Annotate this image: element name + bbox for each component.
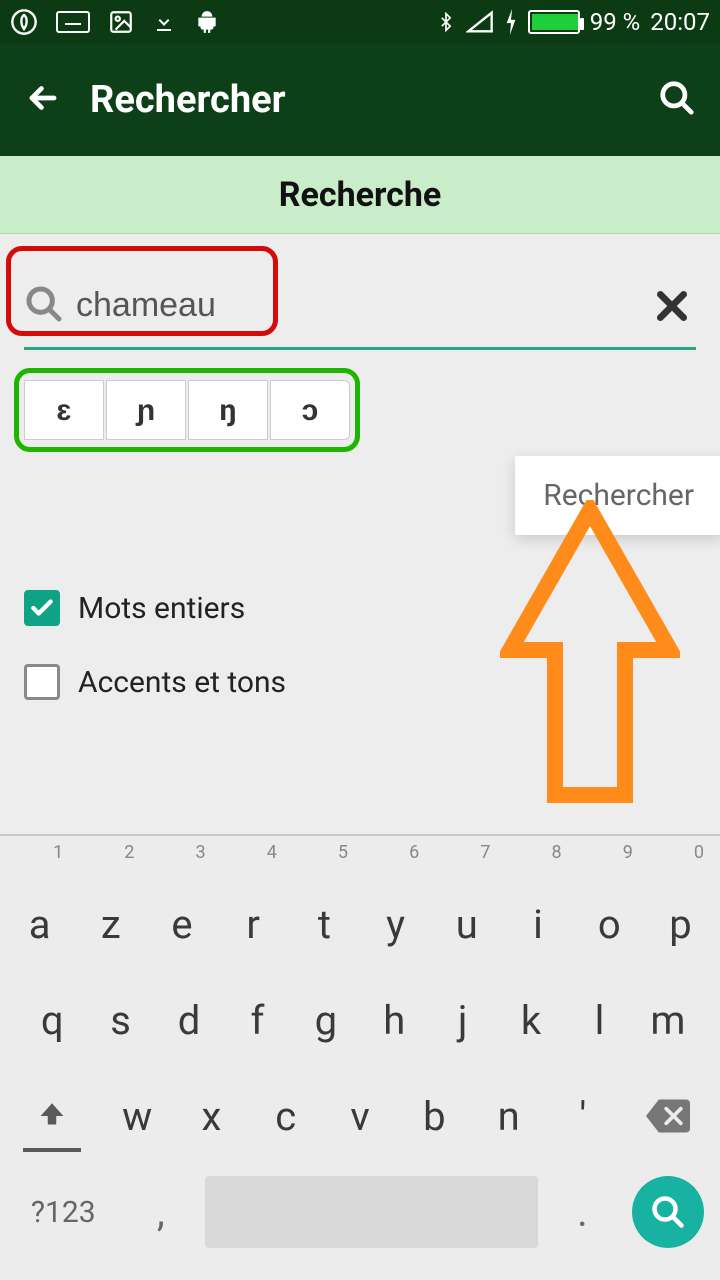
search-field-icon xyxy=(24,284,64,328)
key-x[interactable]: x xyxy=(175,1076,247,1156)
android-icon xyxy=(194,9,220,35)
search-go-icon xyxy=(632,1176,704,1248)
key-t[interactable]: t xyxy=(290,884,359,964)
key-dot[interactable]: . xyxy=(545,1172,620,1252)
search-input[interactable] xyxy=(76,286,636,325)
hint-6: 6 xyxy=(360,842,431,876)
appbar-title: Rechercher xyxy=(90,78,286,122)
clock: 20:07 xyxy=(650,8,710,36)
key-i[interactable]: i xyxy=(503,884,572,964)
subheader: Recherche xyxy=(0,156,720,234)
option-whole-words-label: Mots entiers xyxy=(78,591,245,626)
keyboard-number-hints: 1 2 3 4 5 6 7 8 9 0 xyxy=(4,842,716,876)
key-v[interactable]: v xyxy=(324,1076,396,1156)
download-icon xyxy=(152,9,176,35)
hint-2: 2 xyxy=(75,842,146,876)
hint-3: 3 xyxy=(146,842,217,876)
key-b[interactable]: b xyxy=(398,1076,470,1156)
key-k[interactable]: k xyxy=(498,980,564,1060)
key-j[interactable]: j xyxy=(429,980,495,1060)
keyboard-icon xyxy=(56,11,90,33)
key-w[interactable]: w xyxy=(101,1076,173,1156)
search-submit-button[interactable]: Rechercher xyxy=(515,456,720,535)
subheader-title: Recherche xyxy=(279,175,442,215)
battery-percent: 99 % xyxy=(590,8,641,36)
key-comma[interactable]: , xyxy=(123,1172,198,1252)
key-f[interactable]: f xyxy=(224,980,290,1060)
hint-1: 1 xyxy=(4,842,75,876)
hint-8: 8 xyxy=(502,842,573,876)
image-icon xyxy=(108,9,134,35)
key-q[interactable]: q xyxy=(19,980,85,1060)
hint-0: 0 xyxy=(645,842,716,876)
hint-7: 7 xyxy=(431,842,502,876)
back-button[interactable] xyxy=(24,79,62,121)
hint-9: 9 xyxy=(574,842,645,876)
key-z[interactable]: z xyxy=(76,884,145,964)
key-space[interactable] xyxy=(205,1176,538,1248)
key-d[interactable]: d xyxy=(156,980,222,1060)
hint-4: 4 xyxy=(218,842,289,876)
phoenix-icon xyxy=(10,8,38,36)
checkbox-whole-words[interactable] xyxy=(24,590,60,626)
key-e[interactable]: e xyxy=(147,884,216,964)
search-icon[interactable] xyxy=(658,79,696,121)
key-s[interactable]: s xyxy=(87,980,153,1060)
key-m[interactable]: m xyxy=(635,980,701,1060)
key-u[interactable]: u xyxy=(432,884,501,964)
key-a[interactable]: a xyxy=(5,884,74,964)
key-l[interactable]: l xyxy=(566,980,632,1060)
char-key-0[interactable]: ɛ xyxy=(24,380,104,440)
special-chars-row: ɛ ɲ ŋ ɔ xyxy=(24,380,350,440)
charging-icon xyxy=(504,9,518,35)
hint-5: 5 xyxy=(289,842,360,876)
battery-icon xyxy=(528,10,580,34)
key-o[interactable]: o xyxy=(575,884,644,964)
app-bar: Rechercher xyxy=(0,44,720,156)
key-p[interactable]: p xyxy=(646,884,715,964)
options-group: Mots entiers Accents et tons xyxy=(24,590,696,700)
key-backspace[interactable] xyxy=(621,1076,715,1156)
char-key-2[interactable]: ŋ xyxy=(188,380,268,440)
key-h[interactable]: h xyxy=(361,980,427,1060)
option-whole-words[interactable]: Mots entiers xyxy=(24,590,696,626)
status-bar: 99 % 20:07 xyxy=(0,0,720,44)
soft-keyboard: 1 2 3 4 5 6 7 8 9 0 a z e r t y u i o p … xyxy=(0,834,720,1280)
key-search[interactable] xyxy=(627,1176,710,1248)
char-key-1[interactable]: ɲ xyxy=(106,380,186,440)
key-y[interactable]: y xyxy=(361,884,430,964)
option-accents[interactable]: Accents et tons xyxy=(24,664,696,700)
key-r[interactable]: r xyxy=(219,884,288,964)
key-shift[interactable] xyxy=(5,1076,99,1156)
key-g[interactable]: g xyxy=(293,980,359,1060)
key-apostrophe[interactable]: ' xyxy=(547,1076,619,1156)
signal-icon xyxy=(466,10,494,34)
option-accents-label: Accents et tons xyxy=(78,665,286,700)
bluetooth-icon xyxy=(436,8,456,36)
search-field-wrap xyxy=(24,264,696,350)
key-c[interactable]: c xyxy=(250,1076,322,1156)
char-key-3[interactable]: ɔ xyxy=(270,380,350,440)
checkbox-accents[interactable] xyxy=(24,664,60,700)
clear-button[interactable] xyxy=(648,282,696,330)
key-symbols[interactable]: ?123 xyxy=(5,1172,121,1252)
key-n[interactable]: n xyxy=(472,1076,544,1156)
